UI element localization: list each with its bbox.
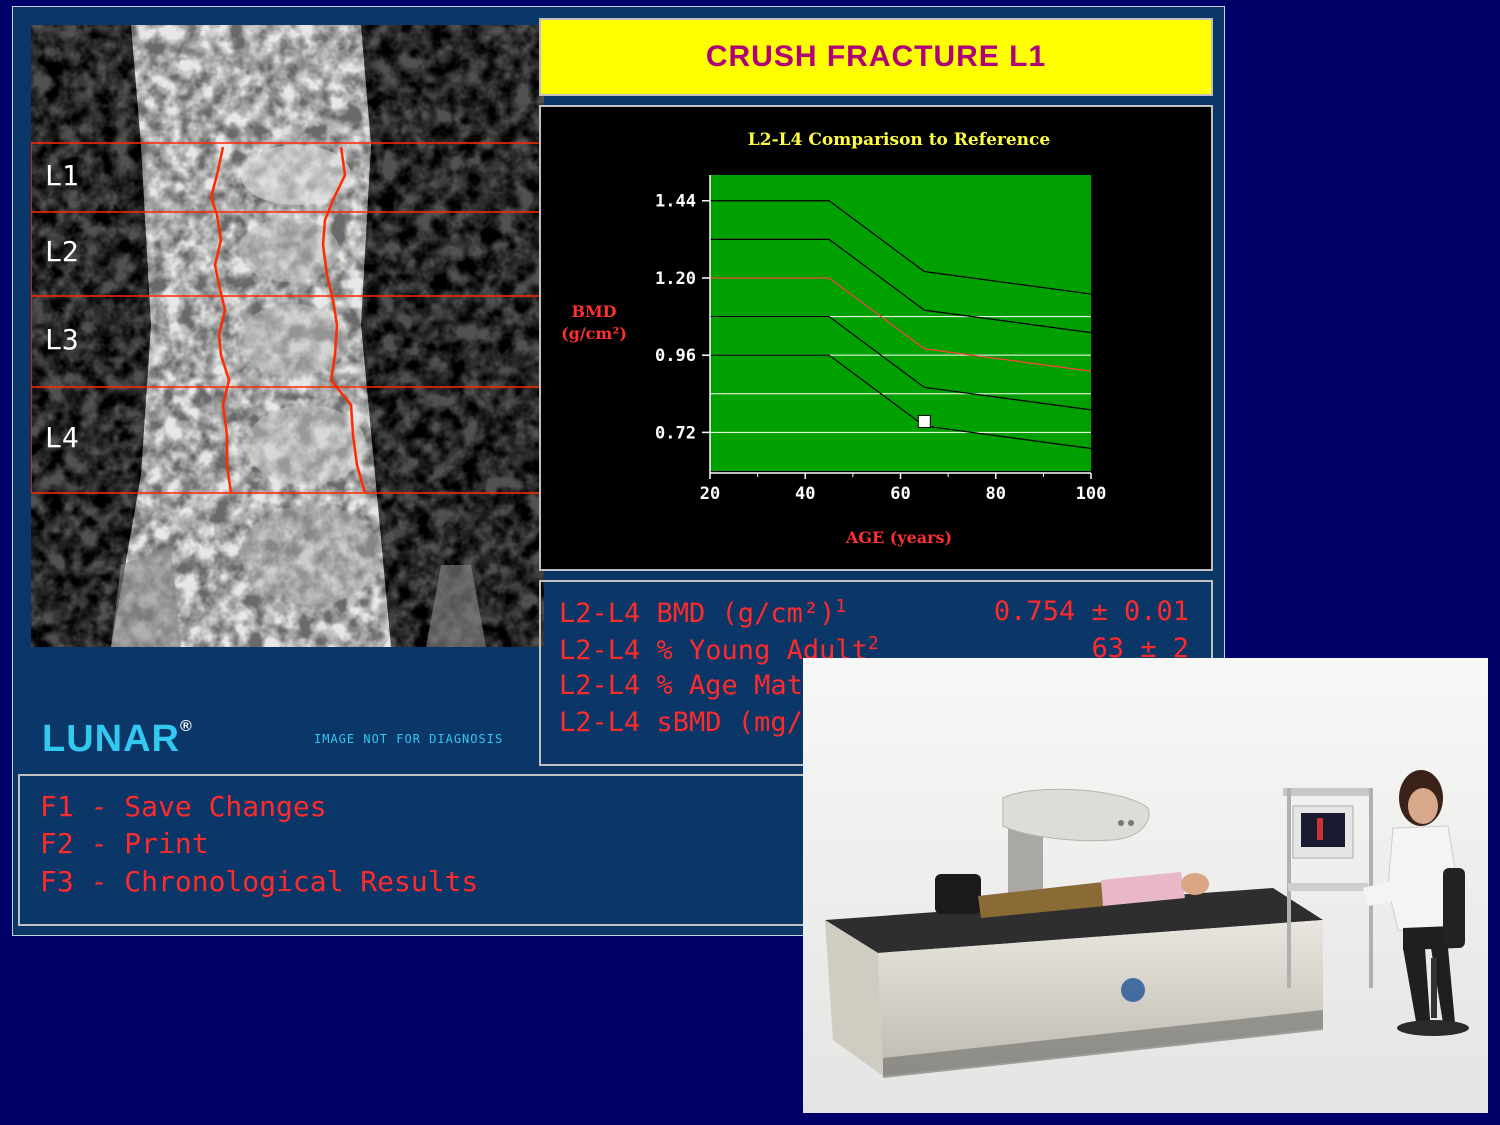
bmd-reference-chart: 20 40 60 80 100 1.44 1.20 0.96 0.72 L2-L4 Compari…	[539, 105, 1213, 571]
disclaimer-text: IMAGE NOT FOR DIAGNOSIS	[314, 732, 504, 746]
x-tick-label: 100	[1076, 484, 1107, 504]
x-axis-label: AGE (years)	[845, 528, 952, 547]
vertebra-label-l4: L4	[45, 421, 79, 454]
print-key[interactable]: F2 - Print	[40, 827, 209, 860]
vertebra-label-l2: L2	[45, 235, 79, 268]
result-label: L2-L4 % Age Matc	[559, 670, 820, 701]
lunar-logo: LUNAR®	[42, 718, 193, 760]
chronological-results-key[interactable]: F3 - Chronological Results	[40, 865, 478, 898]
bmd-chart-svg: 20 40 60 80 100 1.44 1.20 0.96 0.72 L2-L4 Compari…	[561, 130, 1107, 547]
vertebra-label-l1: L1	[45, 159, 79, 192]
spine-scan-image: L1 L2 L3 L4	[31, 25, 544, 647]
result-label: L2-L4 BMD (g/cm²)1	[559, 596, 847, 629]
x-tick-label: 40	[795, 484, 815, 504]
result-row: L2-L4 BMD (g/cm²)1 0.754 ± 0.01	[559, 596, 1189, 632]
y-axis-unit: (g/cm²)	[561, 324, 627, 343]
y-tick-label: 1.44	[655, 192, 696, 212]
spine-scan-graphic	[31, 25, 544, 647]
y-tick-label: 0.96	[655, 346, 696, 366]
x-tick-label: 80	[986, 484, 1006, 504]
diagnosis-title: CRUSH FRACTURE L1	[705, 40, 1047, 73]
zone-top	[710, 175, 1091, 471]
y-tick-label: 0.72	[655, 423, 696, 443]
x-tick-label: 20	[700, 484, 720, 504]
y-axis-label: BMD	[571, 302, 616, 321]
dexa-scanner-illustration	[803, 658, 1488, 1113]
diagnosis-title-bar: CRUSH FRACTURE L1	[539, 18, 1213, 96]
y-tick-label: 1.20	[655, 269, 696, 289]
dexa-scanner-photo	[803, 658, 1488, 1113]
result-label: L2-L4 sBMD (mg/c	[559, 707, 820, 738]
patient-marker	[917, 414, 931, 428]
chart-title: L2-L4 Comparison to Reference	[748, 130, 1051, 150]
result-value: 0.754 ± 0.01	[993, 596, 1189, 627]
vertebra-label-l3: L3	[45, 323, 79, 356]
x-tick-label: 60	[890, 484, 910, 504]
save-changes-key[interactable]: F1 - Save Changes	[40, 790, 327, 823]
